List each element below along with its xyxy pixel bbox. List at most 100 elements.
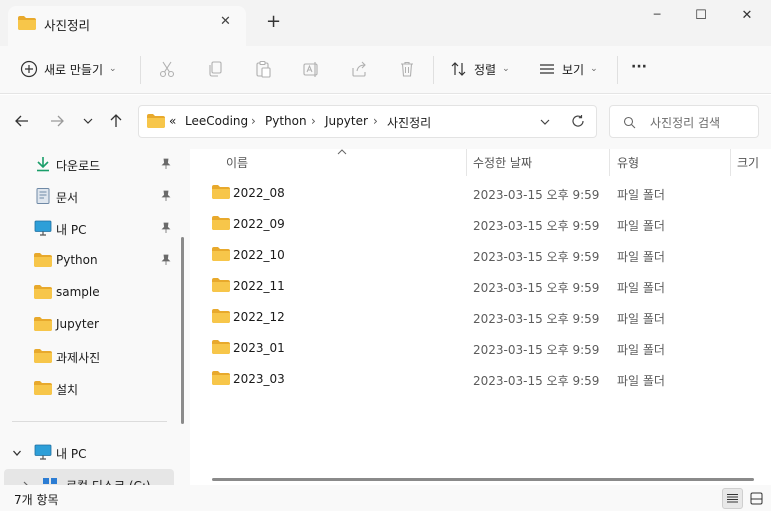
folder-icon [212,185,230,199]
chevron-down-icon[interactable] [12,448,22,458]
folder-icon [34,381,52,395]
file-name: 2022_10 [233,248,285,262]
file-row[interactable]: 2022_10 2023-03-15 오후 9:59 파일 폴더 [204,240,764,271]
search-box[interactable]: 사진정리 검색 [609,105,759,138]
sidebar-item-label: Jupyter [56,317,99,331]
file-type: 파일 폴더 [617,312,665,326]
close-window-button[interactable]: ✕ [736,8,758,24]
sidebar-item-this-pc[interactable]: 내 PC [0,213,175,245]
cut-button[interactable] [156,58,178,80]
file-date: 2023-03-15 오후 9:59 [473,374,600,388]
folder-icon [212,247,230,261]
file-name: 2022_09 [233,217,285,231]
details-view-button[interactable] [722,488,743,509]
copy-button[interactable] [204,58,226,80]
file-name: 2022_12 [233,310,285,324]
file-date: 2023-03-15 오후 9:59 [473,250,600,264]
refresh-icon[interactable] [571,114,585,128]
file-row[interactable]: 2022_12 2023-03-15 오후 9:59 파일 폴더 [204,302,764,333]
command-bar: 새로 만들기 ⌄ 정렬 ⌄ 보기 ⌄ ··· [0,46,771,94]
sidebar-item-jupyter[interactable]: Jupyter [0,309,175,341]
paste-icon [256,60,271,78]
address-bar[interactable]: « LeeCoding › Python › Jupyter › 사진정리 [138,105,597,138]
file-row[interactable]: 2023_03 2023-03-15 오후 9:59 파일 폴더 [204,364,764,395]
column-header-size[interactable]: 크기 [737,154,759,171]
sidebar-scrollbar[interactable] [181,237,184,424]
file-row[interactable]: 2023_01 2023-03-15 오후 9:59 파일 폴더 [204,333,764,364]
sidebar-item-documents[interactable]: 문서 [0,181,175,213]
folder-icon [212,309,230,323]
thumbnail-view-icon [750,492,763,505]
sidebar-item-assignment-photos[interactable]: 과제사진 [0,341,175,373]
column-header-date[interactable]: 수정한 날짜 [473,154,532,171]
delete-button[interactable] [396,58,418,80]
file-row[interactable]: 2022_08 2023-03-15 오후 9:59 파일 폴더 [204,178,764,209]
breadcrumb-item[interactable]: 사진정리 [387,114,431,131]
address-dropdown-icon[interactable] [539,116,551,128]
sort-button-label: 정렬 [474,62,497,77]
toolbar-divider [433,56,434,84]
folder-icon [212,371,230,385]
sidebar-item-sample[interactable]: sample [0,277,175,309]
tab-close-button[interactable]: ✕ [220,14,231,29]
forward-button[interactable] [47,111,67,131]
sidebar-divider [12,421,167,422]
file-row[interactable]: 2022_11 2023-03-15 오후 9:59 파일 폴더 [204,271,764,302]
folder-icon [34,317,52,331]
breadcrumb-item[interactable]: Jupyter [325,114,368,128]
sidebar-item-downloads[interactable]: 다운로드 [0,149,175,181]
sidebar-item-install[interactable]: 설치 [0,373,175,405]
folder-icon [18,16,36,30]
file-row[interactable]: 2022_09 2023-03-15 오후 9:59 파일 폴더 [204,209,764,240]
pin-icon [161,190,171,201]
horizontal-scrollbar[interactable] [212,478,754,481]
sidebar-item-label: 내 PC [56,447,87,461]
column-header-type[interactable]: 유형 [617,154,639,171]
new-tab-button[interactable]: + [266,13,281,31]
breadcrumb-item[interactable]: LeeCoding [185,114,248,128]
breadcrumb-overflow[interactable]: « [169,114,176,128]
column-divider[interactable] [609,149,610,176]
column-divider[interactable] [466,149,467,176]
rename-button[interactable] [300,58,322,80]
tab-title: 사진정리 [44,18,91,33]
sort-button[interactable]: 정렬 ⌄ [450,58,510,80]
thumbnail-view-button[interactable] [746,488,767,509]
paste-button[interactable] [252,58,274,80]
chevron-down-icon: ⌄ [502,64,510,74]
recent-locations-button[interactable] [78,111,98,131]
sidebar-item-label: Python [56,253,98,267]
pin-icon [161,222,171,233]
view-list-icon [540,64,554,74]
breadcrumb-separator: › [251,114,256,128]
new-button[interactable]: 새로 만들기 ⌄ [20,58,117,80]
arrow-right-icon [51,115,64,127]
sidebar-item-this-pc-tree[interactable]: 내 PC [0,437,175,469]
file-date: 2023-03-15 오후 9:59 [473,188,600,202]
chevron-down-icon [83,118,93,124]
maximize-button[interactable]: ☐ [690,8,712,24]
view-button[interactable]: 보기 ⌄ [538,58,598,80]
file-date: 2023-03-15 오후 9:59 [473,281,600,295]
file-name: 2022_11 [233,279,285,293]
file-list: 이름 수정한 날짜 유형 크기 2022_08 2023-03-15 오후 9:5… [190,149,771,485]
sidebar-item-python[interactable]: Python [0,245,175,277]
details-view-icon [727,494,738,503]
sidebar-item-local-disk[interactable]: 로컬 디스크 (C:) [4,469,174,485]
sidebar-item-label: 다운로드 [56,159,101,173]
navigation-pane: 다운로드 문서 내 PC Python sample Jupyter 과제사진 … [0,149,190,485]
column-header-name[interactable]: 이름 [226,154,248,171]
more-options-button[interactable]: ··· [631,59,647,75]
pin-icon [161,254,171,265]
minimize-button[interactable]: ─ [646,8,668,24]
file-type: 파일 폴더 [617,219,665,233]
back-button[interactable] [12,111,32,131]
up-button[interactable] [106,111,126,131]
cut-icon [159,61,175,78]
trash-icon [401,61,413,77]
view-button-label: 보기 [562,62,585,77]
file-type: 파일 폴더 [617,343,665,357]
breadcrumb-item[interactable]: Python [265,114,307,128]
share-button[interactable] [348,58,370,80]
column-divider[interactable] [730,149,731,176]
